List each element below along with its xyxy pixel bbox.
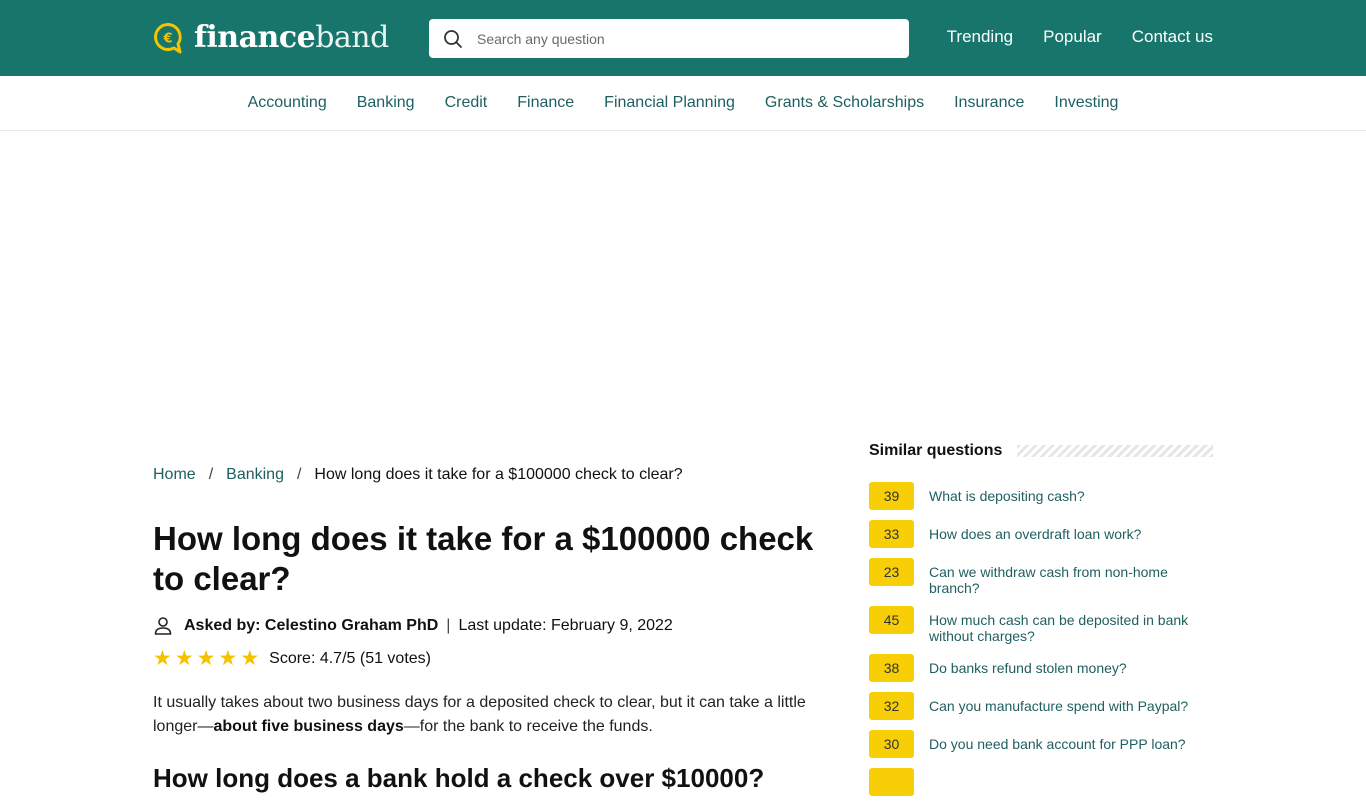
category-grants-scholarships[interactable]: Grants & Scholarships xyxy=(765,94,924,112)
score-text: Score: 4.7/5 (51 votes) xyxy=(269,650,431,667)
list-item xyxy=(869,768,1213,796)
logo-text-finance: finance xyxy=(194,20,316,55)
breadcrumb-separator: / xyxy=(208,466,214,483)
breadcrumb-home[interactable]: Home xyxy=(153,466,196,484)
last-update: Last update: February 9, 2022 xyxy=(458,617,673,634)
logo[interactable]: € financeband xyxy=(153,20,389,56)
page-title: How long does it take for a $100000 chec… xyxy=(153,520,814,597)
category-nav: Accounting Banking Credit Finance Financ… xyxy=(0,76,1366,131)
meta-separator: | xyxy=(446,617,451,634)
article-meta: Asked by: Celestino Graham PhD | Last up… xyxy=(153,616,833,636)
star-icon: ★ xyxy=(174,647,194,670)
user-icon xyxy=(154,617,172,635)
ad-space xyxy=(0,131,1366,436)
count-badge: 39 xyxy=(869,482,914,510)
category-investing[interactable]: Investing xyxy=(1054,94,1118,112)
breadcrumb-banking[interactable]: Banking xyxy=(226,466,284,484)
answer-text-post: —for the bank to receive the funds. xyxy=(403,718,653,735)
question-link[interactable]: How does an overdraft loan work? xyxy=(929,520,1141,542)
search-input[interactable] xyxy=(477,30,877,47)
list-item: 30 Do you need bank account for PPP loan… xyxy=(869,730,1213,758)
article: Home / Banking / How long does it take f… xyxy=(153,466,833,794)
top-nav: Trending Popular Contact us xyxy=(947,27,1213,47)
question-link[interactable]: Do you need bank account for PPP loan? xyxy=(929,730,1186,752)
breadcrumb-separator: / xyxy=(296,466,302,483)
breadcrumb: Home / Banking / How long does it take f… xyxy=(153,466,833,484)
decorative-stripes xyxy=(1017,445,1213,457)
answer-text: It usually takes about two business days… xyxy=(153,691,833,739)
count-badge: 38 xyxy=(869,654,914,682)
svg-text:€: € xyxy=(162,32,172,47)
list-item: 33 How does an overdraft loan work? xyxy=(869,520,1213,548)
nav-link-contact-us[interactable]: Contact us xyxy=(1132,27,1213,47)
question-link[interactable]: Can we withdraw cash from non-home branc… xyxy=(929,558,1213,596)
similar-questions: Similar questions 39 What is depositing … xyxy=(869,442,1213,806)
nav-link-trending[interactable]: Trending xyxy=(947,27,1013,47)
question-link[interactable]: Can you manufacture spend with Paypal? xyxy=(929,692,1188,714)
search-icon[interactable] xyxy=(443,29,463,49)
category-finance[interactable]: Finance xyxy=(517,94,574,112)
star-icon: ★ xyxy=(196,647,216,670)
star-rating: ★ ★ ★ ★ ★ xyxy=(153,647,260,670)
count-badge: 23 xyxy=(869,558,914,586)
list-item: 39 What is depositing cash? xyxy=(869,482,1213,510)
star-icon: ★ xyxy=(153,647,172,670)
question-list: 39 What is depositing cash? 33 How does … xyxy=(869,482,1213,796)
question-link[interactable]: How much cash can be deposited in bank w… xyxy=(929,606,1213,644)
rating: ★ ★ ★ ★ ★ Score: 4.7/5 (51 votes) xyxy=(153,647,833,670)
list-item: 45 How much cash can be deposited in ban… xyxy=(869,606,1213,644)
euro-speech-bubble-icon: € xyxy=(154,23,182,54)
similar-questions-title: Similar questions xyxy=(869,442,1003,459)
count-badge xyxy=(869,768,914,796)
top-header: € financeband Trending Popular Contact u… xyxy=(0,0,1366,76)
logo-text: financeband xyxy=(194,20,389,56)
nav-link-popular[interactable]: Popular xyxy=(1043,27,1102,47)
count-badge: 45 xyxy=(869,606,914,634)
asked-by: Asked by: Celestino Graham PhD xyxy=(184,617,439,634)
category-accounting[interactable]: Accounting xyxy=(248,94,327,112)
list-item: 23 Can we withdraw cash from non-home br… xyxy=(869,558,1213,596)
count-badge: 33 xyxy=(869,520,914,548)
count-badge: 32 xyxy=(869,692,914,720)
star-icon: ★ xyxy=(218,647,238,670)
search-box[interactable] xyxy=(429,19,909,58)
question-link[interactable]: Do banks refund stolen money? xyxy=(929,654,1127,676)
list-item: 32 Can you manufacture spend with Paypal… xyxy=(869,692,1213,720)
similar-questions-header: Similar questions xyxy=(869,442,1213,460)
category-credit[interactable]: Credit xyxy=(445,94,488,112)
list-item: 38 Do banks refund stolen money? xyxy=(869,654,1213,682)
question-link[interactable]: What is depositing cash? xyxy=(929,482,1085,504)
category-insurance[interactable]: Insurance xyxy=(954,94,1024,112)
star-icon: ★ xyxy=(240,647,260,670)
category-banking[interactable]: Banking xyxy=(357,94,415,112)
logo-text-band: band xyxy=(315,20,389,55)
category-financial-planning[interactable]: Financial Planning xyxy=(604,94,735,112)
breadcrumb-current: How long does it take for a $100000 chec… xyxy=(314,466,683,483)
count-badge: 30 xyxy=(869,730,914,758)
section-heading: How long does a bank hold a check over $… xyxy=(153,763,765,793)
answer-highlight: about five business days xyxy=(213,718,404,735)
